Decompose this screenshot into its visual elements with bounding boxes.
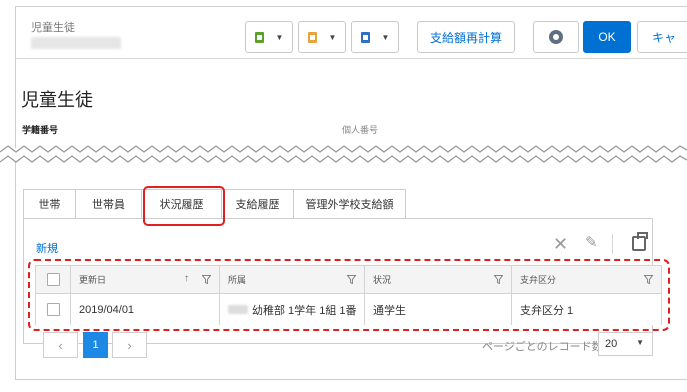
green-doc-dropdown[interactable]: ▼ bbox=[245, 21, 293, 53]
next-page-button[interactable]: › bbox=[112, 332, 147, 358]
chevron-down-icon: ▼ bbox=[275, 32, 284, 42]
record-type-label: 児童生徒 bbox=[31, 22, 75, 34]
edit-pencil-icon[interactable]: ✎ bbox=[585, 234, 598, 252]
personal-number-label: 個人番号 bbox=[342, 125, 379, 135]
open-window-icon[interactable] bbox=[632, 232, 648, 251]
delete-icon[interactable]: ✕ bbox=[553, 235, 568, 253]
tab-external-school-payment[interactable]: 管理外学校支給額 bbox=[293, 189, 406, 219]
top-toolbar: 児童生徒 ▼ ▼ ▼ 支給額再計算 OK キャ bbox=[16, 7, 687, 59]
records-per-page-select[interactable]: 20 ▼ bbox=[598, 332, 653, 356]
green-doc-icon bbox=[254, 31, 264, 43]
chevron-down-icon: ▼ bbox=[636, 338, 644, 347]
tab-household[interactable]: 世帯 bbox=[23, 189, 76, 219]
chevron-down-icon: ▼ bbox=[328, 32, 337, 42]
chevron-down-icon: ▼ bbox=[381, 32, 390, 42]
toolbar-divider bbox=[612, 234, 613, 254]
prev-page-button[interactable]: ‹ bbox=[43, 332, 78, 358]
tab-household-members[interactable]: 世帯員 bbox=[75, 189, 142, 219]
help-button[interactable] bbox=[533, 21, 579, 53]
ok-button[interactable]: OK bbox=[583, 21, 631, 53]
highlight-status-history-tab bbox=[143, 186, 225, 226]
highlight-grid bbox=[28, 259, 670, 331]
recalculate-button[interactable]: 支給額再計算 bbox=[417, 21, 515, 53]
cancel-button[interactable]: キャ bbox=[637, 21, 687, 53]
blue-doc-icon bbox=[360, 31, 370, 43]
records-per-page-value: 20 bbox=[605, 338, 618, 350]
page-1-button[interactable]: 1 bbox=[83, 332, 108, 358]
records-per-page-label: ページごとのレコード数 bbox=[482, 341, 603, 353]
help-icon bbox=[549, 30, 563, 44]
record-name-redacted bbox=[31, 37, 121, 49]
new-record-link[interactable]: 新規 bbox=[36, 240, 58, 256]
page-title: 児童生徒 bbox=[21, 90, 93, 110]
orange-doc-icon bbox=[307, 31, 317, 43]
torn-edge-divider bbox=[0, 145, 687, 163]
blue-doc-dropdown[interactable]: ▼ bbox=[351, 21, 399, 53]
student-number-label: 学籍番号 bbox=[22, 125, 59, 135]
orange-doc-dropdown[interactable]: ▼ bbox=[298, 21, 346, 53]
tab-payment-history[interactable]: 支給履歴 bbox=[221, 189, 294, 219]
